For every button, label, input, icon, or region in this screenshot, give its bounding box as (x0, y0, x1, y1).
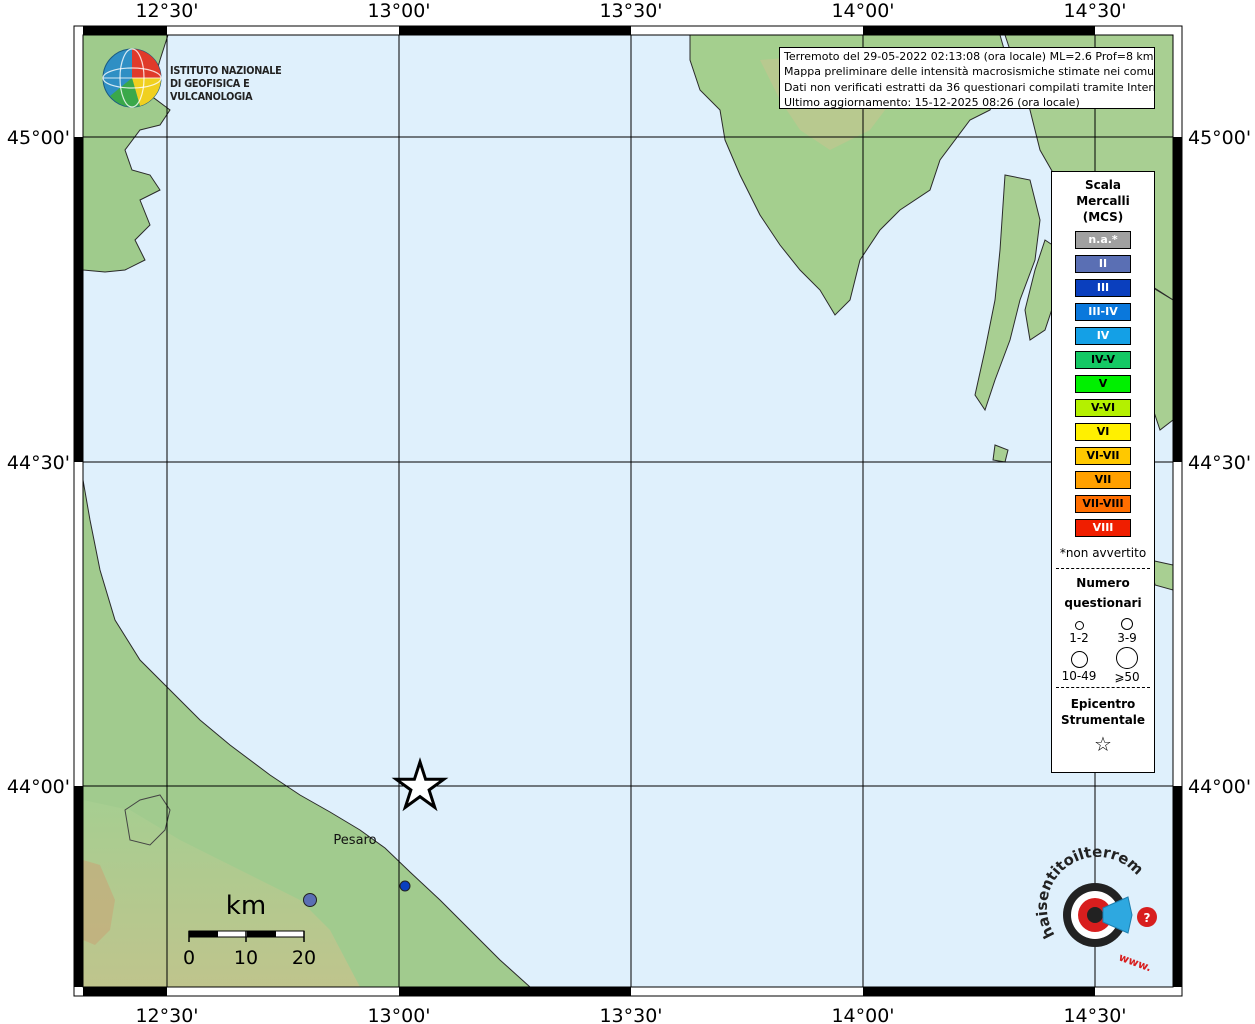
scale-bar-tick-0: 0 (183, 947, 195, 969)
lon-label-bottom-2: 13°00' (367, 1005, 430, 1024)
lat-label-left-3: 44°00' (7, 776, 70, 798)
event-info-box: Terremoto del 29-05-2022 02:13:08 (ora l… (779, 47, 1155, 109)
legend-item: V-VI (1075, 399, 1131, 417)
legend-item: IV-V (1075, 351, 1131, 369)
legend-count-grid: 1-2 3-9 10-49 ⩾50 (1052, 613, 1154, 685)
lat-label-right-2: 44°30' (1188, 452, 1251, 474)
legend-item: VI (1075, 423, 1131, 441)
scale-bar-tick-20: 20 (292, 947, 316, 969)
legend-item: VII (1075, 471, 1131, 489)
legend-items: n.a.* II III III-IV IV IV-V V V-VI VI VI-VII VII VI… (1052, 231, 1154, 537)
lon-label-top-5: 14°30' (1063, 0, 1126, 22)
legend-item: IV (1075, 327, 1131, 345)
ingv-logo: ISTITUTO NAZIONALE DI GEOFISICA E VULCAN… (100, 46, 320, 110)
observation-point[interactable] (399, 880, 411, 892)
legend-star-icon: ☆ (1094, 732, 1112, 756)
legend-count-title: Numero questionari (1064, 576, 1142, 610)
lon-label-top-4: 14°00' (831, 0, 894, 22)
place-label-pesaro: Pesaro (333, 833, 376, 848)
count-50-plus: ⩾50 (1102, 647, 1152, 684)
lon-label-bottom-4: 14°00' (831, 1005, 894, 1024)
lat-label-left-1: 45°00' (7, 127, 70, 149)
count-1-2: 1-2 (1054, 617, 1104, 645)
legend-item: III-IV (1075, 303, 1131, 321)
legend-item: V (1075, 375, 1131, 393)
legend-note: *non avvertito (1059, 546, 1147, 560)
event-info-line-3: Dati non verificati estratti da 36 quest… (784, 80, 1155, 94)
scale-bar-tick-10: 10 (234, 947, 258, 969)
legend-item: VII-VIII (1075, 495, 1131, 513)
lon-label-bottom-5: 14°30' (1063, 1005, 1126, 1024)
count-ring-icon (1121, 618, 1133, 630)
count-ring-icon (1074, 621, 1084, 630)
legend-item: VI-VII (1075, 447, 1131, 465)
legend-separator (1056, 568, 1150, 569)
count-ring-icon (1116, 647, 1138, 669)
count-10-49: 10-49 (1054, 651, 1104, 683)
observation-point[interactable] (303, 893, 317, 907)
legend-title: Scala Mercalli (MCS) (1076, 178, 1130, 224)
institute-line-2: DI GEOFISICA E VULCANOLOGIA (170, 77, 253, 103)
scale-bar-unit: km (226, 891, 266, 921)
lon-label-bottom-1: 12°30' (135, 1005, 198, 1024)
count-ring-icon (1070, 651, 1088, 668)
legend: Scala Mercalli (MCS) n.a.* II III III-IV IV IV-… (1051, 171, 1155, 773)
institute-line-1: ISTITUTO NAZIONALE (170, 64, 282, 77)
legend-item: n.a.* (1075, 231, 1131, 249)
legend-separator (1056, 687, 1150, 688)
lon-label-top-2: 13°00' (367, 0, 430, 22)
legend-item: VIII (1075, 519, 1131, 537)
lon-label-top-3: 13°30' (599, 0, 662, 22)
lat-label-left-2: 44°30' (7, 452, 70, 474)
event-info-line-2: Mappa preliminare delle intensità macros… (784, 65, 1155, 79)
count-3-9: 3-9 (1102, 617, 1152, 645)
event-info-line-1: Terremoto del 29-05-2022 02:13:08 (ora l… (784, 50, 1154, 63)
event-info-line-4: Ultimo aggiornamento: 15-12-2025 08:26 (… (784, 95, 1080, 109)
lon-label-bottom-3: 13°30' (599, 1005, 662, 1024)
legend-item: III (1075, 279, 1131, 297)
lat-label-right-3: 44°00' (1188, 776, 1251, 798)
legend-epicenter-title: Epicentro Strumentale (1060, 697, 1146, 727)
lat-label-right-1: 45°00' (1188, 127, 1251, 149)
legend-item: II (1075, 255, 1131, 273)
lon-label-top-1: 12°30' (135, 0, 198, 22)
svg-text:?: ? (1144, 911, 1151, 925)
